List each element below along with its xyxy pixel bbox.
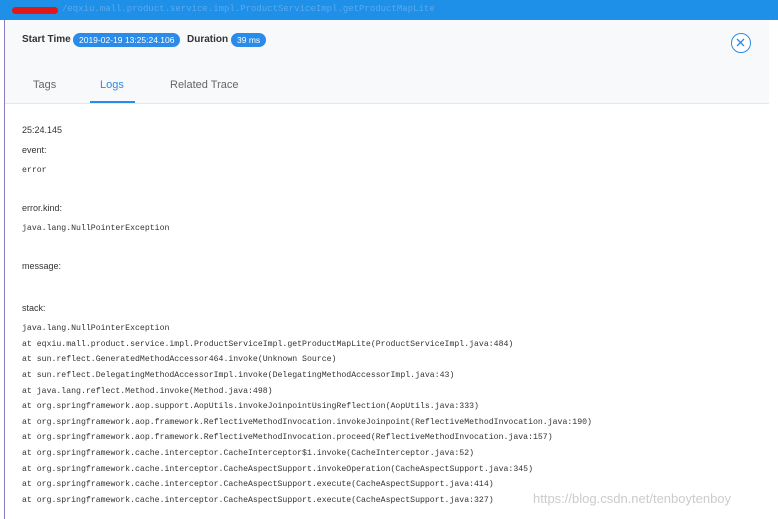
- span-detail-panel: Start Time 2019-02-19 13:25:24.106 Durat…: [5, 20, 769, 519]
- start-time-badge: 2019-02-19 13:25:24.106: [73, 33, 181, 47]
- duration-label: Duration: [187, 34, 229, 45]
- stack-line: at org.springframework.cache.interceptor…: [22, 496, 494, 505]
- duration-badge: 39 ms: [231, 33, 267, 47]
- tab-logs[interactable]: Logs: [100, 79, 124, 91]
- redaction-mark: [12, 7, 58, 14]
- log-field-value: error: [22, 166, 47, 175]
- stack-line: at org.springframework.aop.framework.Ref…: [22, 418, 592, 427]
- selected-span-bar[interactable]: /eqxiu.mall.product.service.impl.Product…: [0, 0, 778, 20]
- log-field-key: event:: [22, 145, 47, 155]
- stack-line: at org.springframework.aop.framework.Ref…: [22, 433, 553, 442]
- stack-line: at org.springframework.cache.interceptor…: [22, 449, 475, 458]
- stack-line: at org.springframework.cache.interceptor…: [22, 465, 533, 474]
- stack-line: at java.lang.reflect.Method.invoke(Metho…: [22, 387, 273, 396]
- stack-line: at org.springframework.cache.interceptor…: [22, 480, 494, 489]
- tab-related-trace[interactable]: Related Trace: [170, 79, 238, 91]
- stack-line: java.lang.NullPointerException: [22, 324, 170, 333]
- close-icon: [736, 38, 745, 47]
- stack-label: stack:: [22, 303, 46, 313]
- stack-line: at org.springframework.aop.support.AopUt…: [22, 402, 479, 411]
- detail-tabs: Tags Logs Related Trace: [5, 65, 769, 104]
- watermark: https://blog.csdn.net/tenboytenboy: [533, 491, 732, 506]
- span-endpoint-text: /eqxiu.mall.product.service.impl.Product…: [62, 4, 435, 14]
- stack-line: at eqxiu.mall.product.service.impl.Produ…: [22, 340, 514, 349]
- log-field-value: java.lang.NullPointerException: [22, 224, 170, 233]
- log-field-key: error.kind:: [22, 203, 63, 213]
- stack-line: at sun.reflect.DelegatingMethodAccessorI…: [22, 371, 455, 380]
- span-detail-header: Start Time 2019-02-19 13:25:24.106 Durat…: [5, 20, 769, 65]
- active-tab-indicator: [90, 101, 135, 103]
- stack-line: at sun.reflect.GeneratedMethodAccessor46…: [22, 355, 337, 364]
- log-time: 25:24.145: [22, 125, 63, 135]
- tab-tags[interactable]: Tags: [33, 79, 56, 91]
- close-button[interactable]: [731, 33, 751, 53]
- start-time-label: Start Time: [22, 34, 71, 45]
- log-field-key: message:: [22, 261, 62, 271]
